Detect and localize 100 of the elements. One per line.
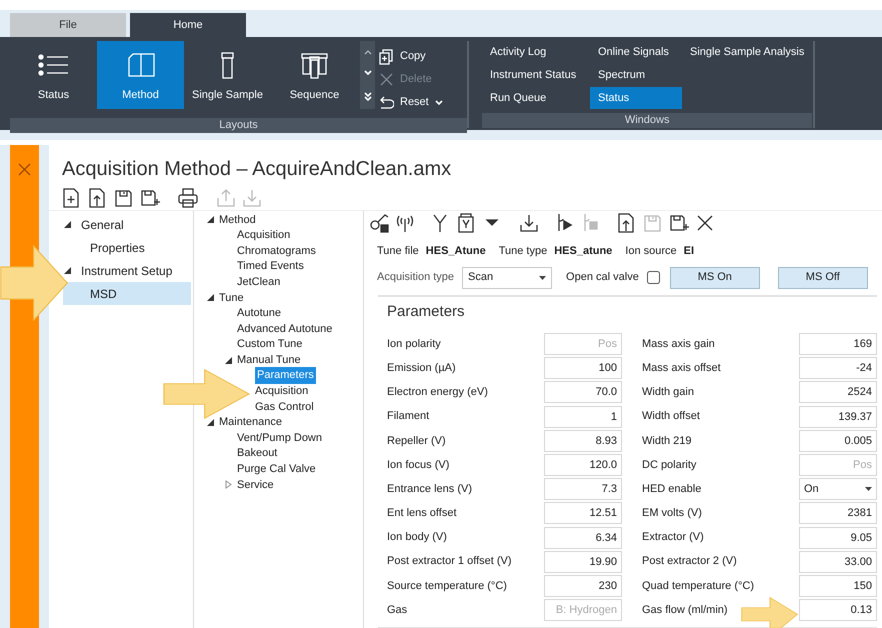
tree-item[interactable]: Purge Cal Valve (237, 462, 316, 478)
window-button[interactable]: Online Signals (590, 41, 682, 63)
tree-item[interactable]: General (63, 213, 191, 236)
window-button[interactable]: Status (590, 87, 682, 109)
tree-item[interactable]: Gas Control (255, 399, 314, 415)
reset-button[interactable]: Reset (379, 91, 443, 114)
input-field[interactable]: 2381 (799, 502, 877, 524)
scroll-up-icon[interactable] (364, 48, 372, 55)
input-field[interactable]: 6.34 (544, 526, 622, 548)
collapse-icon[interactable] (63, 220, 72, 229)
save-as-icon[interactable] (669, 213, 689, 233)
tree-item[interactable]: Properties (63, 236, 191, 259)
input-field[interactable]: 33.00 (799, 550, 877, 573)
input-field[interactable]: 0.13 (799, 599, 877, 622)
tree-item[interactable]: Bakeout (237, 446, 278, 462)
layout-button[interactable]: Sequence (271, 41, 358, 109)
layout-button[interactable]: Single Sample (184, 41, 271, 109)
window-button[interactable]: Spectrum (590, 64, 682, 86)
arrow-annotation (741, 597, 799, 628)
field-label: Ion body (V) (387, 530, 447, 546)
input-field[interactable]: 230 (544, 574, 622, 597)
tree-item[interactable]: Vent/Pump Down (237, 430, 322, 446)
field-label: Width 219 (642, 434, 692, 448)
input-field[interactable]: 100 (544, 357, 622, 380)
window-button[interactable]: Run Queue (482, 87, 590, 109)
collapse-icon[interactable] (63, 266, 72, 275)
field-value: HES_atune (554, 244, 612, 259)
input-field[interactable]: 139.37 (799, 406, 877, 428)
input-field[interactable]: 12.51 (544, 502, 622, 524)
tree-item[interactable]: Timed Events (237, 258, 304, 274)
collapse-icon[interactable] (224, 356, 233, 365)
list-icon (38, 52, 70, 78)
collapse-icon[interactable] (206, 293, 215, 302)
tree-item[interactable]: Advanced Autotune (237, 321, 332, 337)
input-field[interactable]: 1 (544, 406, 622, 428)
ms-button[interactable]: MS Off (778, 266, 868, 288)
vials-icon (298, 52, 330, 78)
window-button[interactable]: Activity Log (482, 41, 590, 63)
input-field[interactable]: 150 (799, 574, 877, 597)
input-field[interactable]: 2524 (799, 381, 877, 404)
tree-item[interactable]: Instrument Setup (63, 259, 191, 282)
field-label: Mass axis gain (642, 336, 715, 352)
checkbox-label: Open cal valve (566, 270, 639, 286)
layout-button[interactable]: Status (10, 41, 97, 109)
collapse-icon[interactable] (206, 418, 215, 428)
input-field[interactable]: 0.005 (799, 430, 877, 452)
ribbon-tab[interactable]: Home (130, 13, 246, 37)
field-label: Tune file (377, 244, 419, 259)
input-field[interactable]: 9.05 (799, 526, 877, 548)
download-icon[interactable] (519, 213, 539, 233)
field-label: Source temperature (°C) (387, 578, 507, 594)
tree-item[interactable]: Parameters (255, 368, 316, 384)
copy-button[interactable]: Copy (379, 45, 443, 68)
save-as-icon[interactable] (140, 188, 160, 208)
tree-item[interactable]: Chromatograms (237, 243, 316, 259)
input-field[interactable]: 7.3 (544, 478, 622, 500)
close-icon[interactable] (695, 213, 715, 233)
layout-button[interactable]: Method (97, 41, 184, 109)
field-label: EM volts (V) (642, 506, 702, 522)
dropdown[interactable]: On (799, 478, 877, 500)
input-field[interactable]: 169 (799, 333, 877, 355)
checkbox[interactable] (646, 271, 660, 284)
tree-item[interactable]: Acquisition (255, 384, 308, 400)
input-field[interactable]: 19.90 (544, 550, 622, 573)
save-icon[interactable] (114, 188, 134, 208)
dropdown[interactable]: Scan (462, 266, 552, 288)
field-label: HED enable (642, 482, 702, 497)
field-label: Width gain (642, 385, 694, 400)
antenna-icon[interactable] (395, 213, 415, 233)
tree-item[interactable]: Method (206, 212, 256, 228)
field-label: Mass axis offset (642, 360, 721, 376)
ribbon-tab[interactable]: File (10, 13, 126, 37)
field-label: Emission (µA) (387, 360, 456, 376)
tree-item[interactable]: Acquisition (237, 228, 290, 244)
ms-button[interactable]: MS On (670, 266, 760, 288)
print-icon[interactable] (178, 188, 198, 208)
collapse-icon[interactable] (206, 215, 215, 224)
input-field[interactable]: -24 (799, 357, 877, 380)
scroll-down-icon[interactable] (364, 70, 372, 76)
field-label: Post extractor 1 offset (V) (387, 554, 512, 570)
key-lock-icon[interactable] (369, 213, 389, 233)
tree-item[interactable]: MSD (63, 282, 191, 305)
caret-icon (539, 276, 546, 280)
window-button[interactable]: Single Sample Analysis (682, 41, 812, 63)
tree-item[interactable]: Custom Tune (237, 336, 302, 352)
field-label: Electron energy (eV) (387, 385, 488, 400)
field-label: Post extractor 2 (V) (642, 554, 737, 570)
input-field[interactable]: 8.93 (544, 430, 622, 452)
field-label: Entrance lens (V) (387, 482, 472, 497)
tree-item[interactable]: Tune (206, 290, 244, 306)
input-field[interactable]: 70.0 (544, 381, 622, 404)
reset-icon (379, 94, 394, 110)
input-field[interactable]: 120.0 (544, 454, 622, 476)
tree-item[interactable]: Maintenance (206, 414, 282, 430)
tree-item[interactable]: JetClean (237, 274, 280, 290)
field-label: Ion source (625, 244, 677, 259)
tree-item[interactable]: Service (224, 477, 274, 493)
window-button[interactable]: Instrument Status (482, 64, 590, 86)
tree-item[interactable]: Manual Tune (224, 352, 301, 368)
tree-item[interactable]: Autotune (237, 306, 282, 322)
